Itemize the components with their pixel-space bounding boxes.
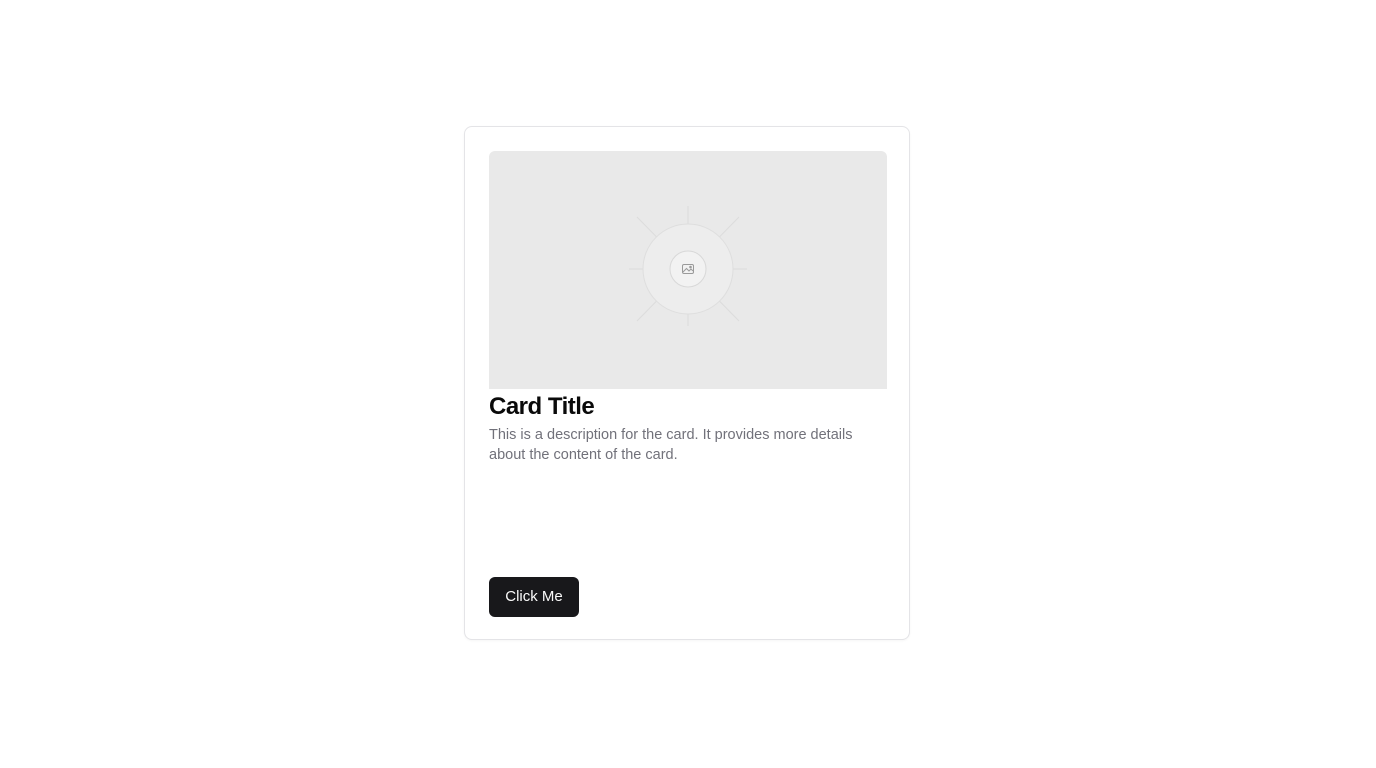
click-me-button[interactable]: Click Me [489,577,579,617]
image-placeholder-icon [629,206,747,326]
card: Card Title This is a description for the… [464,126,910,640]
card-image-placeholder [489,151,887,389]
card-title: Card Title [489,393,595,420]
page: Card Title This is a description for the… [0,0,1376,768]
card-description: This is a description for the card. It p… [489,427,853,463]
